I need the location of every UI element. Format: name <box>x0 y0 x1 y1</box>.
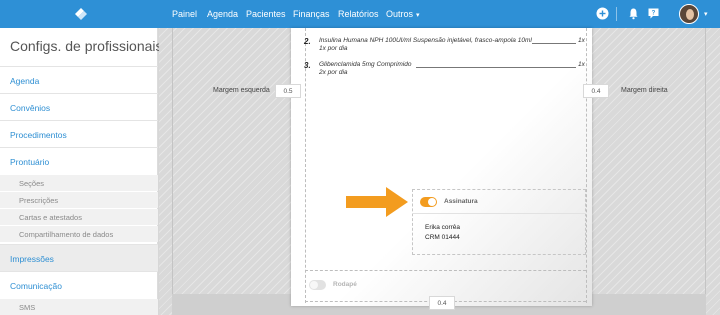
signature-toggle[interactable] <box>420 197 437 207</box>
bell-icon[interactable] <box>627 7 640 20</box>
sidebar-item-comunicacao[interactable]: Comunicação <box>0 271 158 298</box>
prescription-name: Glibenclamida 5mg Comprimido <box>319 61 412 68</box>
signature-name: Erika corrêa <box>425 224 461 231</box>
nav-outros[interactable]: Outros ▾ <box>386 9 420 19</box>
footer-toggle[interactable] <box>309 280 326 290</box>
sidebar-subitem-prescricoes[interactable]: Prescrições <box>0 192 158 208</box>
bottom-margin-input[interactable]: 0.4 <box>429 296 455 310</box>
sidebar-subitem-cartas-atestados[interactable]: Cartas e atestados <box>0 209 158 225</box>
prescription-leader-line <box>532 43 576 44</box>
signature-toggle-label: Assinatura <box>444 198 478 205</box>
sidebar: Configs. de profissionais Agenda Convêni… <box>0 28 163 315</box>
nav-pacientes[interactable]: Pacientes <box>246 9 286 19</box>
chevron-down-icon: ▾ <box>416 12 420 19</box>
nav-outros-label: Outros <box>386 9 414 19</box>
app-logo-icon[interactable] <box>72 5 90 23</box>
nav-relatorios[interactable]: Relatórios <box>338 9 379 19</box>
sidebar-item-prontuario[interactable]: Prontuário <box>0 147 158 174</box>
sidebar-subitem-sms[interactable]: SMS <box>0 299 158 315</box>
right-margin-input[interactable]: 0.4 <box>583 84 609 98</box>
sidebar-item-impressoes[interactable]: Impressões <box>0 244 158 271</box>
sidebar-subitem-secoes[interactable]: Seções <box>0 175 158 191</box>
arrow-right-icon <box>346 187 408 217</box>
prescription-dose: 2x por dia <box>319 69 348 76</box>
right-margin-label: Margem direita <box>621 87 668 94</box>
prescription-qty: 1x <box>578 37 585 44</box>
left-margin-label: Margem esquerda <box>213 87 270 94</box>
prescription-leader-line <box>416 67 576 68</box>
prescription-qty: 1x <box>578 61 585 68</box>
top-navigation-bar: Painel Agenda Pacientes Finanças Relatór… <box>0 0 720 28</box>
sidebar-item-agenda[interactable]: Agenda <box>0 66 158 93</box>
nav-financas[interactable]: Finanças <box>293 9 330 19</box>
right-margin-guide <box>586 28 587 303</box>
signature-crm: CRM 01444 <box>425 234 460 241</box>
svg-text:?: ? <box>652 11 656 17</box>
sidebar-title: Configs. de profissionais <box>10 38 163 54</box>
sidebar-item-procedimentos[interactable]: Procedimentos <box>0 120 158 147</box>
chevron-down-icon[interactable]: ▾ <box>704 10 708 18</box>
prescription-name: Insulina Humana NPH 100UI/ml Suspensão i… <box>319 37 532 44</box>
left-margin-input[interactable]: 0.5 <box>275 84 301 98</box>
signature-section <box>412 189 586 255</box>
plus-circle-icon[interactable] <box>596 7 609 20</box>
prescription-number: 2. <box>304 37 311 46</box>
signature-divider <box>412 213 586 214</box>
prescription-number: 3. <box>304 61 311 70</box>
nav-painel[interactable]: Painel <box>172 9 197 19</box>
footer-toggle-label: Rodapé <box>333 281 357 288</box>
prescription-dose: 1x por dia <box>319 45 348 52</box>
nav-agenda[interactable]: Agenda <box>207 9 238 19</box>
footer-guide <box>305 270 586 271</box>
sidebar-subitem-compartilhamento[interactable]: Compartilhamento de dados <box>0 226 158 242</box>
topbar-divider <box>616 7 617 21</box>
help-icon[interactable]: ? <box>647 7 660 20</box>
sidebar-item-convenios[interactable]: Convênios <box>0 93 158 120</box>
user-avatar[interactable] <box>679 4 699 24</box>
